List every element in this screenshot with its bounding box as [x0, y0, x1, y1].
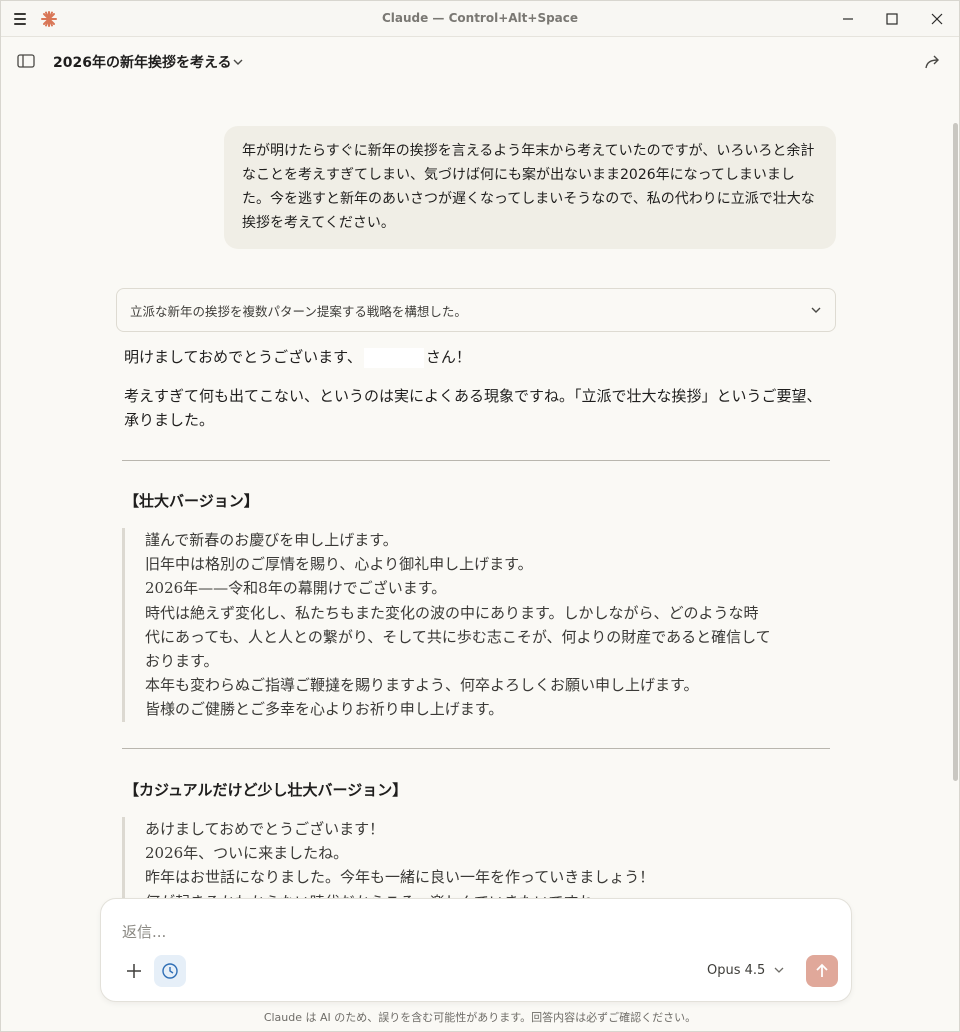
- chevron-down-icon[interactable]: [809, 303, 823, 317]
- conversation-header: 2026年の新年挨拶を考える: [1, 38, 959, 86]
- window-title: Claude — Control+Alt+Space: [381, 11, 579, 25]
- quote-line: 本年も変わらぬご指導ご鞭撻を賜りますよう、何卒よろしくお願い申し上げます。: [145, 676, 699, 695]
- response-greeting: 明けましておめでとうございます、 さん！: [124, 346, 471, 368]
- plus-icon[interactable]: [123, 960, 145, 982]
- divider: [122, 748, 830, 749]
- maximize-icon[interactable]: [879, 7, 905, 31]
- send-arrow-icon[interactable]: [806, 955, 838, 987]
- user-message: 年が明けたらすぐに新年の挨拶を言えるよう年末から考えていたのですが、いろいろと余…: [224, 126, 836, 249]
- chevron-down-icon[interactable]: [773, 964, 785, 976]
- greeting-text: 明けましておめでとうございます、: [124, 348, 362, 366]
- window-titlebar: Claude — Control+Alt+Space: [1, 1, 959, 37]
- message-composer: 返信... Opus 4.5: [100, 898, 852, 1002]
- quote-line: 旧年中は格別のご厚情を賜り、心より御礼申し上げます。: [145, 555, 533, 574]
- greeting-suffix: さん！: [425, 348, 471, 366]
- thinking-summary[interactable]: 立派な新年の挨拶を複数パターン提案する戦略を構想した。: [116, 288, 836, 332]
- close-icon[interactable]: [924, 7, 950, 31]
- quote-line: 謹んで新春のお慶びを申し上げます。: [145, 531, 398, 549]
- scrollbar[interactable]: [953, 123, 958, 781]
- quote-line: 2026年——令和8年の幕開けでございます。: [145, 579, 447, 598]
- share-icon[interactable]: [923, 52, 943, 72]
- quote-line: 時代は絶えず変化し、私たちもまた変化の波の中にあります。しかしながら、どのような…: [145, 603, 771, 671]
- chevron-down-icon[interactable]: [231, 55, 245, 69]
- blockquote: あけましておめでとうございます！ 2026年、ついに来ましたね。 昨年はお世話に…: [122, 817, 782, 899]
- sidebar-toggle-icon[interactable]: [17, 53, 35, 69]
- blockquote: 謹んで新春のお慶びを申し上げます。 旧年中は格別のご厚情を賜り、心より御礼申し上…: [122, 528, 782, 722]
- quote-line: 皆様のご健勝とご多幸を心よりお祈り申し上げます。: [145, 700, 504, 719]
- reply-input[interactable]: 返信...: [122, 921, 166, 942]
- section-title: 【カジュアルだけど少し壮大バージョン】: [124, 781, 408, 799]
- quote-line: 2026年、ついに来ましたね。: [145, 844, 349, 863]
- divider: [122, 460, 830, 461]
- quote-line: 昨年はお世話になりました。今年も一緒に良い一年を作っていきましょう！: [145, 868, 655, 887]
- response-intro: 考えすぎて何も出てこない、というのは実によくある現象ですね。「立派で壮大な挨拶」…: [124, 387, 822, 429]
- redacted-name: [363, 348, 424, 368]
- minimize-icon[interactable]: [835, 7, 861, 31]
- history-icon[interactable]: [154, 955, 186, 987]
- model-selector[interactable]: Opus 4.5: [707, 963, 765, 978]
- section-title: 【壮大バージョン】: [124, 492, 259, 510]
- ai-disclaimer: Claude は AI のため、誤りを含む可能性があります。回答内容は必ずご確認…: [263, 1011, 697, 1024]
- quote-line: あけましておめでとうございます！: [145, 820, 385, 838]
- thinking-summary-label: 立派な新年の挨拶を複数パターン提案する戦略を構想した。: [130, 304, 467, 319]
- conversation-title[interactable]: 2026年の新年挨拶を考える: [53, 52, 232, 72]
